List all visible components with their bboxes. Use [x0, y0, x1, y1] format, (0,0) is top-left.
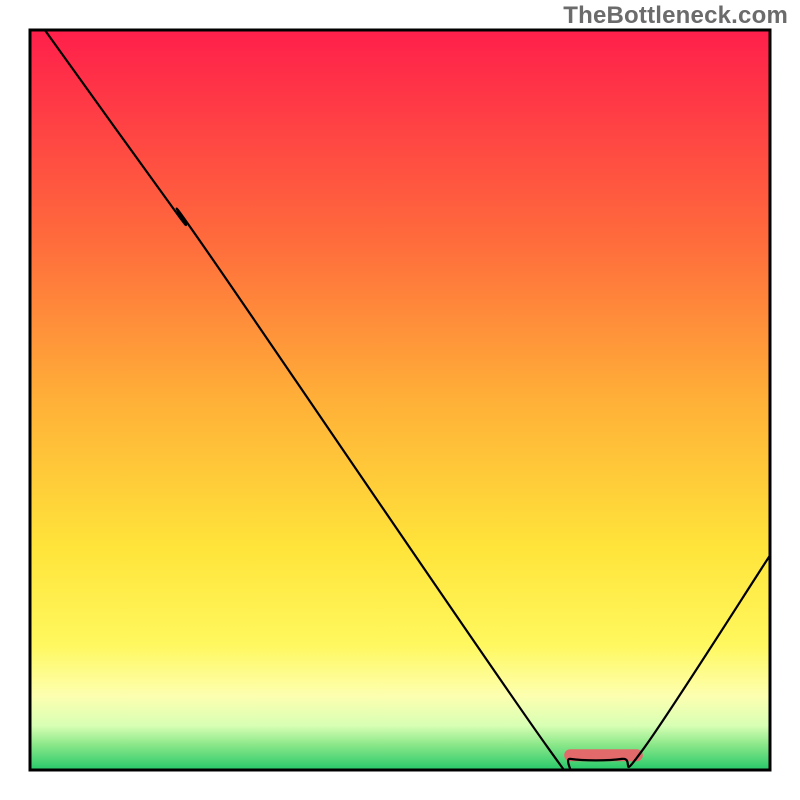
- gradient-background: [30, 30, 770, 770]
- chart-root: TheBottleneck.com: [0, 0, 800, 800]
- chart-canvas: [0, 0, 800, 800]
- watermark-text: TheBottleneck.com: [563, 2, 788, 30]
